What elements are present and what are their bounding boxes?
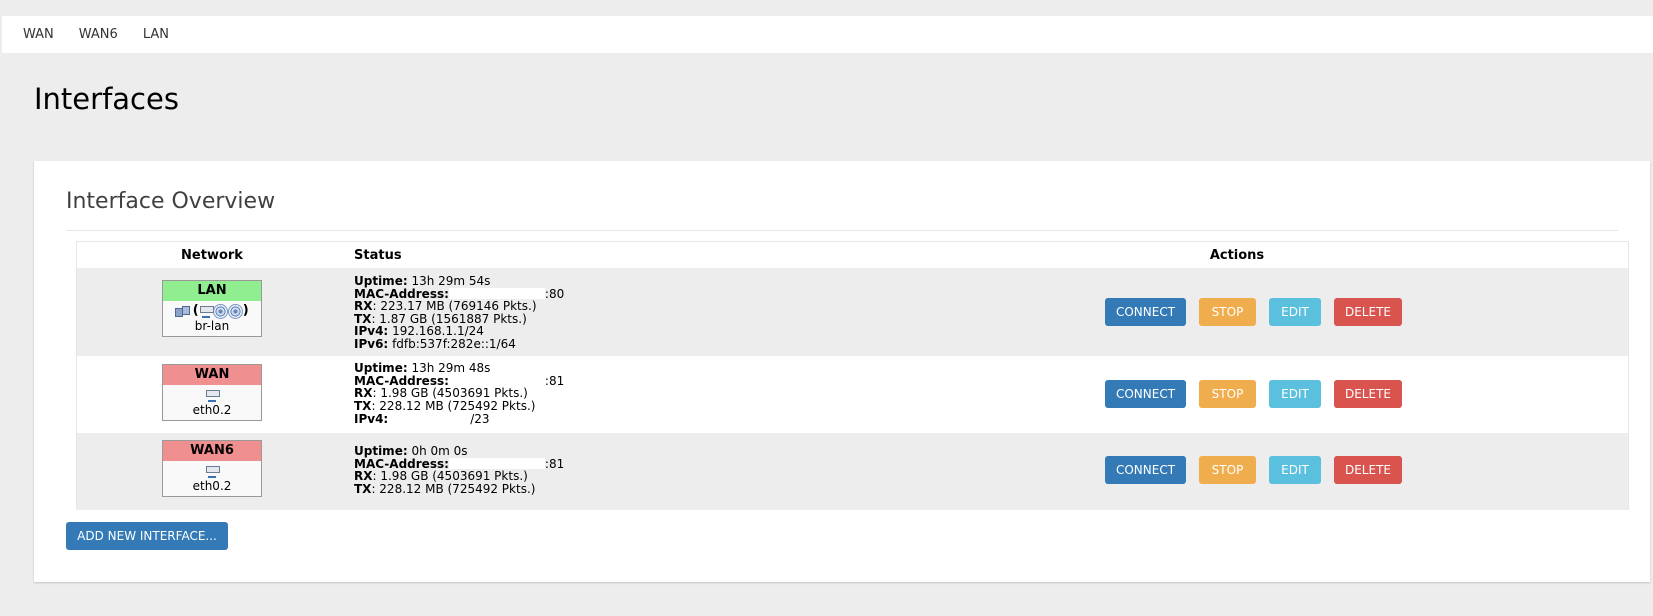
mac-suffix: :80 [544,286,565,301]
table-header: Network Status Actions [77,242,1628,268]
divider [66,230,1618,231]
interface-name: WAN6 [163,441,261,461]
table-row-lan: LAN () br-lan Uptime: 13h 29m 54s MAC-Ad… [77,268,1628,356]
interface-status: Uptime: 13h 29m 54s MAC-Address::80 RX: … [354,275,564,351]
row-actions: CONNECT STOP EDIT DELETE [1105,380,1415,408]
tx-label: TX [354,481,372,496]
mac-suffix: :81 [544,373,565,388]
bridge-icon [175,305,191,317]
connect-button[interactable]: CONNECT [1105,380,1186,408]
edit-button[interactable]: EDIT [1269,456,1321,484]
column-header-network: Network [181,248,243,263]
close-paren: ) [242,303,249,318]
stop-button[interactable]: STOP [1199,456,1256,484]
ethernet-icon [205,389,220,402]
delete-button[interactable]: DELETE [1334,456,1402,484]
mac-suffix: :81 [544,456,565,471]
add-new-interface-button[interactable]: ADD NEW INTERFACE... [66,522,228,550]
table-row-wan: WAN eth0.2 Uptime: 13h 29m 48s MAC-Addre… [77,356,1628,433]
interface-icons: () [163,303,261,319]
interface-overview-panel: Interface Overview Network Status Action… [34,161,1650,582]
ipv6-label: IPv6: [354,336,389,351]
redacted-mac [448,374,545,386]
interface-status: Uptime: 13h 29m 48s MAC-Address::81 RX: … [354,362,564,426]
interface-badge-lan: LAN () br-lan [162,280,262,337]
wifi-icon [212,303,228,319]
redacted-mac [448,457,545,469]
column-header-actions: Actions [1209,248,1265,263]
connect-button[interactable]: CONNECT [1105,456,1186,484]
tx-label: TX [354,398,372,413]
delete-button[interactable]: DELETE [1334,380,1402,408]
ethernet-icon [205,465,220,478]
edit-button[interactable]: EDIT [1269,298,1321,326]
row-actions: CONNECT STOP EDIT DELETE [1105,456,1415,484]
device-name: eth0.2 [192,479,232,493]
interface-name: WAN [163,365,261,385]
tx-value: : 228.12 MB (725492 Pkts.) [371,481,536,496]
wifi-icon [227,303,243,319]
ethernet-icon [199,305,214,318]
redacted-mac [448,287,545,299]
stop-button[interactable]: STOP [1199,380,1256,408]
panel-title: Interface Overview [66,189,276,214]
interface-name: LAN [163,281,261,301]
interface-badge-wan6: WAN6 eth0.2 [162,440,262,497]
column-header-status: Status [354,248,402,263]
interface-icons [163,387,261,403]
interface-status: Uptime: 0h 0m 0s MAC-Address::81 RX: 1.9… [354,445,564,495]
row-actions: CONNECT STOP EDIT DELETE [1105,298,1415,326]
nav-link-lan[interactable]: LAN [143,27,169,42]
table-row-wan6: WAN6 eth0.2 Uptime: 0h 0m 0s MAC-Address… [77,433,1628,510]
device-name: br-lan [194,319,230,333]
nav-link-wan[interactable]: WAN [23,27,54,42]
redacted-ipv4 [388,412,470,423]
ipv4-label: IPv4: [354,412,389,427]
interface-badge-wan: WAN eth0.2 [162,364,262,421]
page-title: Interfaces [34,82,179,116]
edit-button[interactable]: EDIT [1269,380,1321,408]
interfaces-table: Network Status Actions LAN () br-lan Upt… [76,241,1629,510]
device-name: eth0.2 [192,403,232,417]
ipv6-value: fdfb:537f:282e::1/64 [392,336,516,351]
connect-button[interactable]: CONNECT [1105,298,1186,326]
ipv4-suffix: /23 [470,412,490,427]
nav-link-wan6[interactable]: WAN6 [79,27,118,42]
delete-button[interactable]: DELETE [1334,298,1402,326]
top-navigation: WAN WAN6 LAN [2,16,1653,53]
tx-value: : 228.12 MB (725492 Pkts.) [371,398,536,413]
interface-icons [163,463,261,479]
stop-button[interactable]: STOP [1199,298,1256,326]
